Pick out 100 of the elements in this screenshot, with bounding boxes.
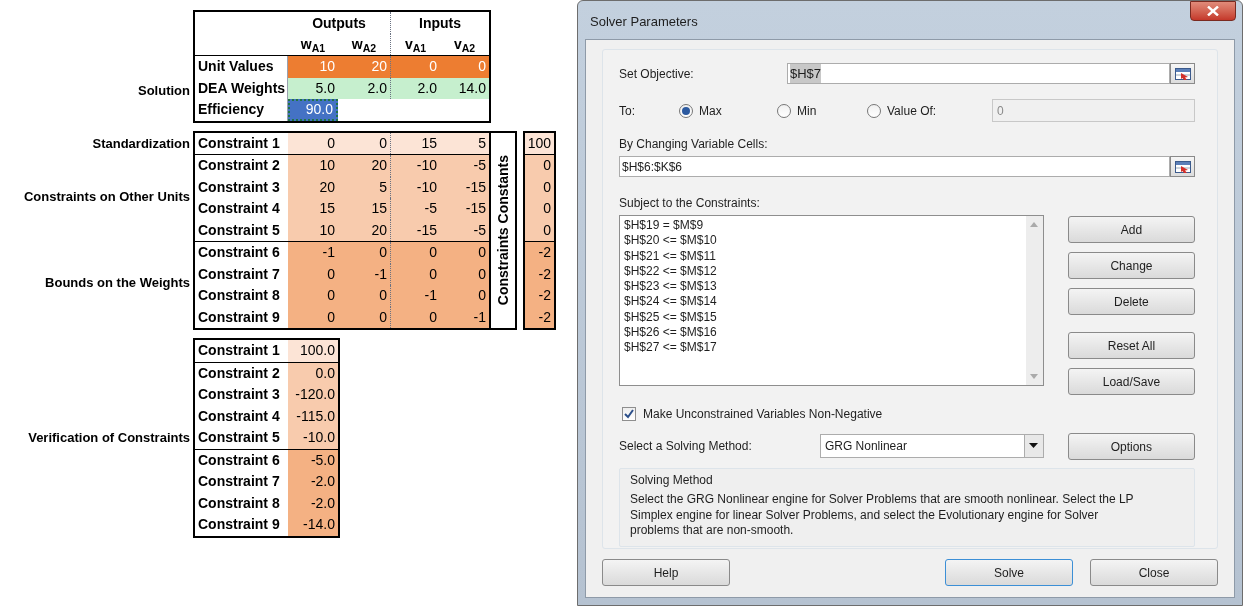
- radio-option[interactable]: Min: [777, 101, 867, 120]
- row-label: Constraint 7: [197, 472, 281, 492]
- dialog-button[interactable]: Change: [1067, 252, 1195, 279]
- range-select-icon: [1174, 160, 1191, 173]
- dropdown-caret-icon: [1029, 443, 1039, 448]
- value-cell: 0: [390, 306, 440, 328]
- dialog-button[interactable]: Add: [1067, 216, 1195, 243]
- dialog-button[interactable]: Options: [1067, 433, 1195, 460]
- dialog-button[interactable]: Close: [1090, 559, 1218, 586]
- value-cell: -2: [525, 285, 554, 307]
- dialog-button[interactable]: Solve: [945, 559, 1073, 586]
- description-text: Select the GRG Nonlinear engine for Solver Problems that are smooth nonlinear. Select the LP Simplex engine for linear Solver Problems, and select the Evolutionary engine for Solver problems that are non-smooth.: [630, 492, 1135, 539]
- value-cell: -10.0: [288, 427, 338, 449]
- value-cell: 0: [440, 242, 489, 264]
- value-cell: 14.0: [440, 77, 489, 99]
- row-label: Constraint 1: [197, 341, 281, 361]
- value-cell: 90.0: [288, 99, 338, 121]
- dialog-button[interactable]: Load/Save: [1067, 368, 1195, 395]
- section-label: Standardization: [92, 134, 190, 153]
- value-cell: 2.0: [338, 77, 390, 99]
- constraint-item[interactable]: $H$20 <= $M$10: [624, 233, 1026, 249]
- radio-option[interactable]: Value Of:: [867, 101, 992, 120]
- value-cell: 20: [338, 155, 390, 177]
- description-title: Solving Method: [630, 473, 714, 488]
- value-cell: 20: [338, 56, 390, 78]
- variable-header: w$_{A1}$: [300, 35, 326, 55]
- value-cell: -2.0: [288, 471, 338, 493]
- value-cell: 0: [390, 242, 440, 264]
- row-label: Constraint 2: [197, 363, 281, 383]
- checkbox[interactable]: [622, 407, 636, 421]
- value-cell: 10: [288, 155, 338, 177]
- value-cell: 5.0: [288, 77, 338, 99]
- value-cell: 0: [390, 56, 440, 78]
- value-cell: 0: [338, 306, 390, 328]
- value-cell: -15: [390, 219, 440, 241]
- row-label: Constraint 2: [197, 156, 281, 176]
- value-cell: 20: [338, 219, 390, 241]
- value-cell: -5: [440, 155, 489, 177]
- row-label: Constraint 7: [197, 264, 281, 284]
- row-label: Constraint 9: [197, 515, 281, 535]
- range-select-icon: [1174, 67, 1191, 80]
- value-cell: 0: [525, 219, 554, 241]
- group-header: Outputs: [312, 13, 366, 33]
- row-label: Constraint 3: [197, 385, 281, 405]
- constraint-item[interactable]: $H$24 <= $M$14: [624, 294, 1026, 310]
- constraint-item[interactable]: $H$25 <= $M$15: [624, 309, 1026, 326]
- value-cell: -10: [390, 155, 440, 177]
- value-cell: 0: [440, 56, 489, 78]
- changing-cells-field[interactable]: $H$6:$K$6: [619, 156, 1170, 177]
- value-cell: 0: [288, 306, 338, 328]
- value-cell: 20: [288, 176, 338, 198]
- constraint-item[interactable]: $H$19 = $M$9: [624, 218, 1026, 234]
- section-label: Constraints on Other Units: [23, 188, 190, 207]
- value-cell: 0: [525, 155, 554, 177]
- constraints-list[interactable]: $H$19 = $M$9 $H$20 <= $M$10 $H$21 <= $M$11 $H$22 <= $M$12 $H$23 <= $M$13 $H$24 <= $M$14 $H$25 <= $M$15 $H$26 <= $M$16 $H$27 <= $M$17: [619, 215, 1044, 386]
- range-select-button[interactable]: [1170, 63, 1195, 84]
- row-label: Constraint 9: [197, 307, 281, 327]
- close-icon: [1207, 6, 1219, 16]
- constraint-item[interactable]: $H$22 <= $M$12: [624, 263, 1026, 280]
- variable-header: w$_{A2}$: [351, 35, 377, 55]
- value-cell: 15: [390, 132, 440, 154]
- range-select-button[interactable]: [1170, 156, 1195, 177]
- field-label: Select a Solving Method:: [619, 437, 753, 455]
- value-cell: 5: [440, 132, 489, 154]
- value-cell: -5.0: [288, 449, 338, 471]
- value-cell: -2.0: [288, 492, 338, 514]
- value-cell: 0: [288, 285, 338, 307]
- value-cell: -15: [440, 176, 489, 198]
- method-select[interactable]: GRG Nonlinear: [819, 433, 1044, 458]
- scroll-up-icon: [1030, 222, 1039, 227]
- value-cell: -2: [525, 263, 554, 285]
- row-label: Constraint 3: [197, 177, 281, 197]
- dialog-button[interactable]: Help: [602, 559, 730, 586]
- field-label: To:: [619, 102, 636, 120]
- variable-header: v$_{A1}$: [404, 35, 427, 55]
- objective-field[interactable]: $H$7: [787, 63, 1170, 84]
- value-cell: 5: [338, 176, 390, 198]
- constraint-item[interactable]: $H$27 <= $M$17: [624, 340, 1026, 356]
- value-cell: 0: [525, 198, 554, 220]
- value-cell: 2.0: [390, 77, 440, 99]
- dialog-button[interactable]: Reset All: [1067, 332, 1195, 359]
- close-button[interactable]: [1190, 1, 1236, 21]
- radio-option[interactable]: Max: [679, 101, 777, 120]
- scrollbar[interactable]: [1025, 216, 1043, 385]
- value-cell: 0: [338, 242, 390, 264]
- constraint-item[interactable]: $H$21 <= $M$11: [624, 248, 1026, 264]
- section-label: Verification of Constraints: [28, 429, 190, 447]
- constraint-item[interactable]: $H$26 <= $M$16: [624, 325, 1026, 341]
- field-label: Set Objective:: [619, 65, 695, 83]
- field-label: By Changing Variable Cells:: [619, 136, 769, 153]
- row-label: Constraint 4: [197, 406, 281, 426]
- row-label: Constraint 4: [197, 199, 281, 219]
- value-cell: 10: [288, 56, 338, 78]
- value-cell: -10: [390, 176, 440, 198]
- dialog-button[interactable]: Delete: [1067, 288, 1195, 315]
- value-cell: 15: [288, 198, 338, 220]
- constraint-item[interactable]: $H$23 <= $M$13: [624, 279, 1026, 295]
- checkbox-label: Make Unconstrained Variables Non-Negative: [643, 406, 883, 423]
- value-cell: 0: [440, 285, 489, 307]
- section-label: Bounds on the Weights: [45, 274, 190, 293]
